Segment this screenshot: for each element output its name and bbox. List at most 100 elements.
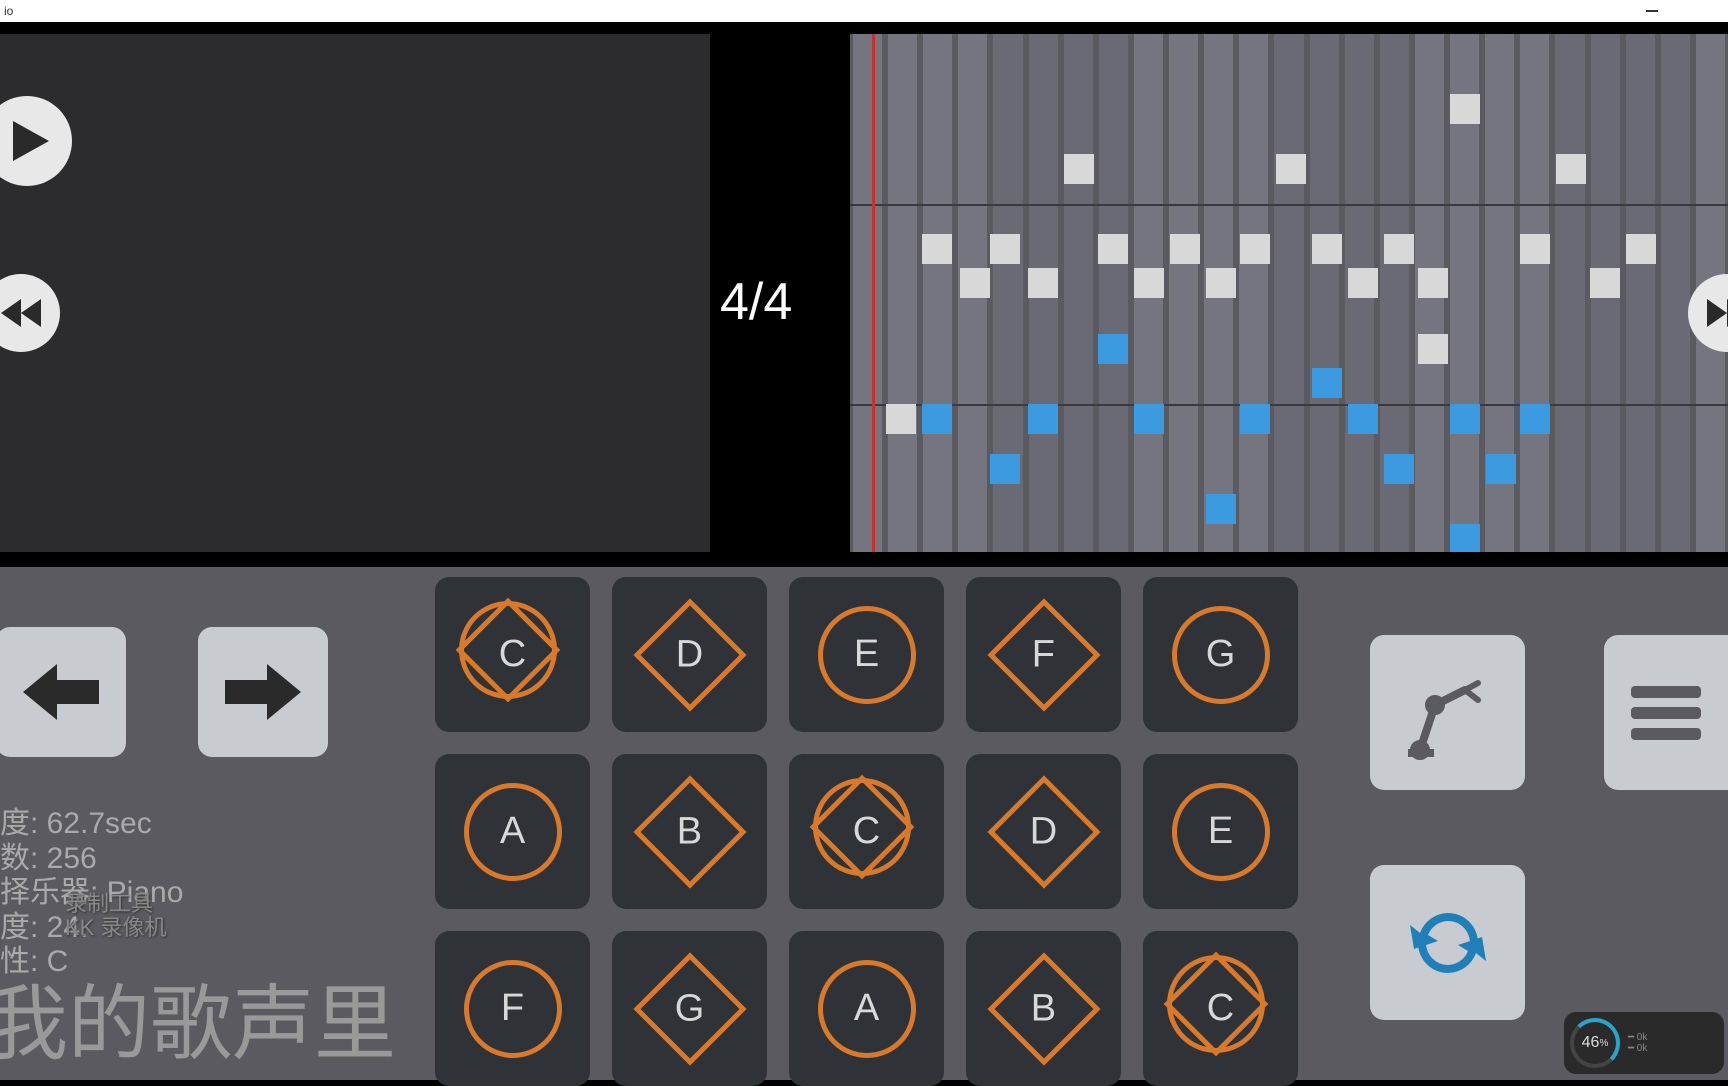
note[interactable] [1556, 154, 1586, 184]
roll-column [1274, 34, 1303, 552]
roll-column [923, 34, 952, 552]
roll-column [1661, 34, 1690, 552]
note[interactable] [1098, 234, 1128, 264]
note[interactable] [1590, 268, 1620, 298]
note[interactable] [1348, 404, 1378, 434]
note[interactable] [1064, 154, 1094, 184]
minimize-button[interactable] [1632, 0, 1672, 22]
note[interactable] [1276, 154, 1306, 184]
play-button[interactable] [0, 96, 72, 186]
cpu-bars: ━ 0k ━ 0k [1628, 1032, 1718, 1054]
rewind-icon [1, 299, 41, 327]
roll-column [1239, 34, 1268, 552]
roll-column [1064, 34, 1093, 552]
chord-d-pad[interactable]: D [966, 754, 1121, 909]
chord-e-pad[interactable]: E [789, 577, 944, 732]
fast-forward-icon [1707, 299, 1728, 327]
note[interactable] [1028, 268, 1058, 298]
chord-diamond-icon: B [987, 952, 1100, 1065]
note[interactable] [1520, 234, 1550, 264]
menu-button[interactable] [1604, 635, 1728, 790]
note[interactable] [1418, 268, 1448, 298]
chord-c-pad[interactable]: C [435, 577, 590, 732]
menu-icon [1631, 686, 1701, 740]
note[interactable] [922, 234, 952, 264]
note[interactable] [1028, 404, 1058, 434]
rewind-button[interactable] [0, 274, 60, 352]
note[interactable] [1384, 454, 1414, 484]
roll-row-divider [850, 204, 1728, 206]
chord-circle-icon: G [1172, 606, 1270, 704]
chord-circle-icon: F [464, 960, 562, 1058]
chord-a-pad[interactable]: A [789, 931, 944, 1086]
note[interactable] [1520, 404, 1550, 434]
chord-diamond-circle-icon: C [1172, 960, 1270, 1058]
play-icon [13, 121, 49, 161]
note[interactable] [1206, 268, 1236, 298]
chord-f-pad[interactable]: F [435, 931, 590, 1086]
note[interactable] [990, 454, 1020, 484]
note[interactable] [1134, 268, 1164, 298]
chord-circle-icon: E [1172, 783, 1270, 881]
note[interactable] [990, 234, 1020, 264]
chord-c-pad[interactable]: C [789, 754, 944, 909]
preview-panel [0, 34, 710, 552]
prev-button[interactable] [0, 627, 126, 757]
note[interactable] [1098, 334, 1128, 364]
roll-column [1169, 34, 1198, 552]
chord-g-pad[interactable]: G [1143, 577, 1298, 732]
chord-a-pad[interactable]: A [435, 754, 590, 909]
note[interactable] [922, 404, 952, 434]
roll-column [1555, 34, 1584, 552]
chord-d-pad[interactable]: D [612, 577, 767, 732]
chord-b-pad[interactable]: B [966, 931, 1121, 1086]
note[interactable] [1240, 234, 1270, 264]
piano-roll[interactable] [850, 34, 1728, 552]
chord-f-pad[interactable]: F [966, 577, 1121, 732]
note[interactable] [1486, 454, 1516, 484]
info-length: 度: 62.7sec [0, 807, 183, 842]
note[interactable] [1206, 494, 1236, 524]
roll-column [1520, 34, 1549, 552]
window-titlebar: io [0, 0, 1728, 22]
next-button[interactable] [198, 627, 328, 757]
note[interactable] [1450, 94, 1480, 124]
note[interactable] [1418, 334, 1448, 364]
cpu-widget: 46% ━ 0k ━ 0k [1564, 1012, 1724, 1074]
time-signature: 4/4 [720, 272, 792, 332]
note[interactable] [1450, 524, 1480, 552]
chord-grid: CDEFGABCDEFGABC [435, 577, 1298, 1086]
chord-g-pad[interactable]: G [612, 931, 767, 1086]
song-title: 我的歌声里 [0, 957, 396, 1076]
roll-column [853, 34, 882, 552]
refresh-icon [1400, 895, 1496, 991]
note[interactable] [1134, 404, 1164, 434]
title-suffix: io [4, 4, 13, 18]
chord-diamond-circle-icon: C [464, 606, 562, 704]
robot-arm-icon [1400, 665, 1496, 761]
refresh-button[interactable] [1370, 865, 1525, 1020]
note[interactable] [1450, 404, 1480, 434]
cpu-ring: 46% [1570, 1018, 1620, 1068]
note[interactable] [1240, 404, 1270, 434]
robot-arm-button[interactable] [1370, 635, 1525, 790]
chord-diamond-icon: D [633, 598, 746, 711]
roll-column [1626, 34, 1655, 552]
note[interactable] [1312, 234, 1342, 264]
roll-column [1099, 34, 1128, 552]
chord-c-pad[interactable]: C [1143, 931, 1298, 1086]
note[interactable] [886, 404, 916, 434]
roll-row-divider [850, 404, 1728, 406]
chord-circle-icon: A [464, 783, 562, 881]
chord-diamond-icon: F [987, 598, 1100, 711]
chord-e-pad[interactable]: E [1143, 754, 1298, 909]
note[interactable] [1626, 234, 1656, 264]
note[interactable] [1348, 268, 1378, 298]
note[interactable] [960, 268, 990, 298]
note[interactable] [1312, 368, 1342, 398]
chord-circle-icon: A [818, 960, 916, 1058]
note[interactable] [1384, 234, 1414, 264]
roll-column [888, 34, 917, 552]
note[interactable] [1170, 234, 1200, 264]
chord-b-pad[interactable]: B [612, 754, 767, 909]
